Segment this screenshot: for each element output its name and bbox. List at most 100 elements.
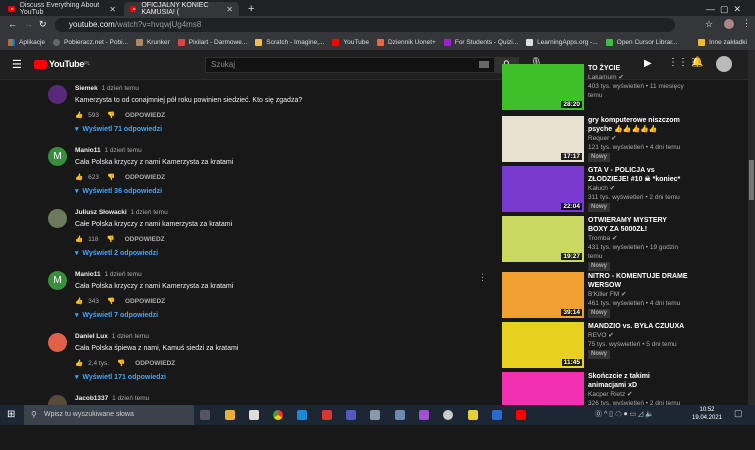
bookmark[interactable]: Pixilart - Darmowe... xyxy=(177,38,247,46)
reply-button[interactable]: ODPOWIEDZ xyxy=(125,236,165,243)
channel-name[interactable]: Kałuch xyxy=(588,185,608,192)
close-tab-icon[interactable]: ✕ xyxy=(109,5,116,14)
channel-name[interactable]: Requer xyxy=(588,135,609,142)
reply-button[interactable]: ODPOWIEDZ xyxy=(125,174,165,181)
like-icon[interactable]: 👍 xyxy=(75,173,83,181)
dislike-icon[interactable]: 👎 xyxy=(107,297,115,305)
store-icon[interactable] xyxy=(249,410,259,420)
comment-time[interactable]: 1 dzień temu xyxy=(130,209,167,216)
like-icon[interactable]: 👍 xyxy=(75,297,83,305)
comment-author[interactable]: Siemek xyxy=(75,85,98,92)
commenter-avatar[interactable] xyxy=(48,85,67,104)
comment-time[interactable]: 1 dzień temu xyxy=(102,85,139,92)
bookmark[interactable]: For Students - Quizi... xyxy=(443,38,518,46)
bookmark[interactable]: Scratch - Imagine,... xyxy=(255,38,324,46)
commenter-avatar[interactable] xyxy=(48,209,67,228)
hamburger-menu-icon[interactable]: ☰ xyxy=(12,58,22,71)
bookmark[interactable]: Krunker xyxy=(135,38,170,46)
reply-button[interactable]: ODPOWIEDZ xyxy=(125,112,165,119)
recommended-video[interactable]: 39:14 NITRO - KOMENTUJE DRAME WERSOW B'K… xyxy=(502,272,742,320)
video-title[interactable]: MANDZIO vs. BYŁA CZUUXA xyxy=(588,322,688,331)
dislike-icon[interactable]: 👎 xyxy=(107,173,115,181)
office-icon[interactable] xyxy=(322,410,332,420)
profile-avatar[interactable] xyxy=(724,19,734,29)
bookmark[interactable]: Open Cursor Librar... xyxy=(605,38,677,46)
comment-author[interactable]: Jacob1337 xyxy=(75,395,108,402)
windows-start-icon[interactable]: ⊞ xyxy=(7,409,15,420)
calculator-icon[interactable] xyxy=(395,410,405,420)
reply-button[interactable]: ODPOWIEDZ xyxy=(125,298,165,305)
view-replies-button[interactable]: ▾ Wyświetl 71 odpowiedzi xyxy=(75,125,162,133)
recommended-video[interactable]: 19:27 OTWIERAMY MYSTERY BOXY ZA 5000ZŁ! … xyxy=(502,216,742,271)
close-tab-icon[interactable]: ✕ xyxy=(226,5,233,14)
channel-name[interactable]: B'Killer FM xyxy=(588,291,619,298)
menu-icon[interactable]: ⋮ xyxy=(742,18,751,29)
dislike-icon[interactable]: 👎 xyxy=(107,111,115,119)
view-replies-button[interactable]: ▾ Wyświetl 171 odpowiedzi xyxy=(75,373,166,381)
comment-time[interactable]: 1 dzień temu xyxy=(104,147,141,154)
taskbar-search-input[interactable]: ⚲ Wpisz tu wyszukiwane słowa xyxy=(24,405,194,425)
comment-time[interactable]: 1 dzień temu xyxy=(112,395,149,402)
app-icon[interactable] xyxy=(443,410,453,420)
other-bookmarks[interactable]: Inne zakładki xyxy=(698,38,747,46)
app-icon[interactable] xyxy=(492,410,502,420)
video-thumbnail[interactable]: 19:27 xyxy=(502,216,584,262)
forward-icon[interactable]: → xyxy=(24,19,33,29)
task-view-icon[interactable] xyxy=(200,410,210,420)
tab-oficjalny-koniec[interactable]: OFICJALNY KONIEC KAMUSIA! (✕ xyxy=(124,2,239,16)
bookmark[interactable]: Pobieracz.net - Pobi... xyxy=(53,38,128,46)
channel-name[interactable]: Kacper Rietz xyxy=(588,391,625,398)
picsart-icon[interactable] xyxy=(419,410,429,420)
video-thumbnail[interactable]: 28:20 xyxy=(502,64,584,110)
comment-time[interactable]: 1 dzień temu xyxy=(112,333,149,340)
youtube-logo[interactable]: YouTube PL xyxy=(34,59,90,69)
system-tray-icons[interactable]: ⓪ ^ ▯ ☁ ⏺ ▭ ◿ 🔈 xyxy=(595,409,654,419)
bookmark[interactable]: LearningApps.org -... xyxy=(526,38,598,46)
clock[interactable]: 10:52 19.04.2021 xyxy=(692,406,722,422)
scrollbar-thumb[interactable] xyxy=(749,160,754,200)
recommended-video[interactable]: 22:04 GTA V - POLICJA vs ZŁODZIEJE! #10 … xyxy=(502,166,742,214)
channel-name[interactable]: Tromba xyxy=(588,235,610,242)
comment-author[interactable]: Manio11 xyxy=(75,271,101,278)
comment-author[interactable]: Daniel Lux xyxy=(75,333,108,340)
view-replies-button[interactable]: ▾ Wyświetl 2 odpowiedzi xyxy=(75,249,158,257)
video-title[interactable]: NITRO - KOMENTUJE DRAME WERSOW xyxy=(588,272,688,290)
commenter-avatar[interactable]: M xyxy=(48,147,67,166)
channel-name[interactable]: REVO xyxy=(588,332,606,339)
url-input[interactable]: youtube.com/watch?v=hvqwjUg4ms8 xyxy=(55,18,675,32)
video-title[interactable]: TO ŻYCIE xyxy=(588,64,688,73)
comment-menu-icon[interactable]: ⋮ xyxy=(478,272,487,283)
bookmark-apps[interactable]: Aplikacje xyxy=(8,38,45,46)
video-thumbnail[interactable]: 39:14 xyxy=(502,272,584,318)
reload-icon[interactable]: ↻ xyxy=(39,19,47,30)
like-icon[interactable]: 👍 xyxy=(75,111,83,119)
app-icon[interactable] xyxy=(468,410,478,420)
video-thumbnail[interactable]: 22:04 xyxy=(502,166,584,212)
video-thumbnail[interactable]: 17:17 xyxy=(502,116,584,162)
dislike-icon[interactable]: 👎 xyxy=(117,359,125,367)
like-icon[interactable]: 👍 xyxy=(75,359,83,367)
comment-author[interactable]: Juliusz Słowacki xyxy=(75,209,127,216)
recommended-video[interactable]: 11:45 MANDZIO vs. BYŁA CZUUXA REVO ✔ 75 … xyxy=(502,322,742,370)
paint-icon[interactable] xyxy=(370,410,380,420)
tab-discuss[interactable]: Discuss Everything About YouTub ✕ xyxy=(2,2,122,16)
chrome-icon[interactable] xyxy=(273,410,283,420)
video-title[interactable]: gry komputerowe niszczom psyche 👍👍👍👍👍 xyxy=(588,116,688,134)
commenter-avatar[interactable]: M xyxy=(48,271,67,290)
video-title[interactable]: Skończcie z takimi animacjami xD xyxy=(588,372,688,390)
commenter-avatar[interactable] xyxy=(48,333,67,352)
notification-center-icon[interactable]: ▢ xyxy=(734,408,743,419)
video-title[interactable]: OTWIERAMY MYSTERY BOXY ZA 5000ZŁ! xyxy=(588,216,688,234)
search-input[interactable]: Szukaj xyxy=(205,57,495,73)
video-title[interactable]: GTA V - POLICJA vs ZŁODZIEJE! #10 ☠ *kon… xyxy=(588,166,688,184)
recommended-video[interactable]: 28:20 TO ŻYCIE Lakamum ✔ 403 tys. wyświe… xyxy=(502,64,742,112)
bookmark[interactable]: YouTube xyxy=(332,38,369,46)
bookmark[interactable]: Dziennik Uonet+ xyxy=(376,38,436,46)
bookmark-star-icon[interactable]: ☆ xyxy=(705,19,713,30)
comment-author[interactable]: Manio11 xyxy=(75,147,101,154)
recommended-video[interactable]: 17:17 gry komputerowe niszczom psyche 👍👍… xyxy=(502,116,742,164)
view-replies-button[interactable]: ▾ Wyświetl 7 odpowiedzi xyxy=(75,311,158,319)
window-controls[interactable]: — ▢ ✕ xyxy=(700,2,747,16)
video-thumbnail[interactable]: 11:45 xyxy=(502,322,584,368)
back-icon[interactable]: ← xyxy=(8,19,17,29)
